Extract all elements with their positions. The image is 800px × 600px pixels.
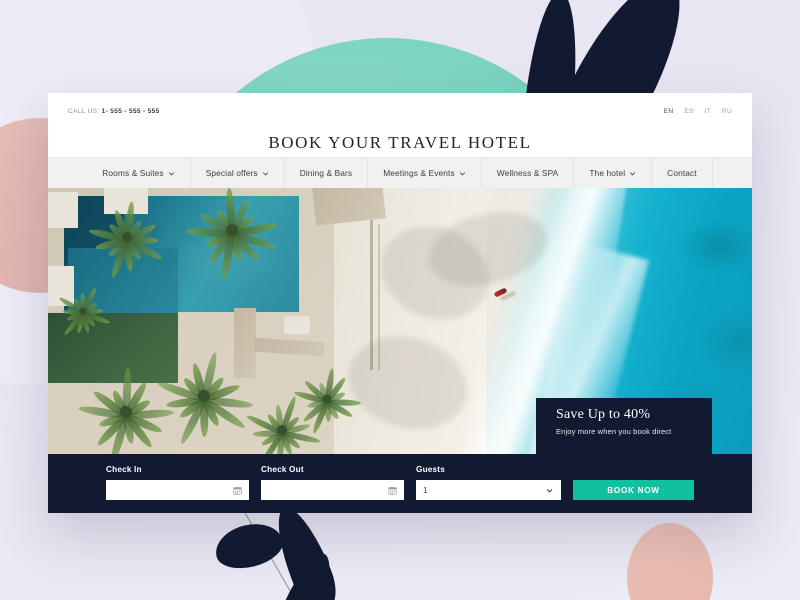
call-us-label: CALL US: xyxy=(68,107,100,115)
hero-palm-4 xyxy=(78,364,175,454)
nav-item-contact[interactable]: Contact xyxy=(651,158,713,188)
language-selector: EN ES IT RU xyxy=(664,108,732,115)
check-in-label: Check In xyxy=(106,465,142,474)
chevron-down-icon[interactable] xyxy=(545,486,554,495)
language-option-es[interactable]: ES xyxy=(684,108,693,115)
chevron-down-icon xyxy=(168,171,174,175)
decorative-peach-circle-right xyxy=(627,523,713,600)
brand-header: BOOK YOUR TRAVEL HOTEL xyxy=(48,129,752,157)
hero-palm-7 xyxy=(56,284,111,338)
language-option-it[interactable]: IT xyxy=(705,108,711,115)
calendar-icon[interactable] xyxy=(388,486,397,495)
utility-bar: CALL US: 1- 555 - 555 - 555 EN ES IT RU xyxy=(48,93,752,129)
decorative-leaf-bottom-right xyxy=(266,546,342,600)
nav-label: Wellness & SPA xyxy=(496,168,559,178)
language-option-en[interactable]: EN xyxy=(664,108,674,115)
call-us-number: 1- 555 - 555 - 555 xyxy=(101,107,160,115)
guests-field-group: Guests 1 xyxy=(416,465,561,500)
website-mockup-card: CALL US: 1- 555 - 555 - 555 EN ES IT RU … xyxy=(48,93,752,513)
nav-item-special-offers[interactable]: Special offers xyxy=(189,158,284,188)
decorative-leaf-bottom-mid xyxy=(265,500,345,600)
hero-banner: Save Up to 40% Enjoy more when you book … xyxy=(48,188,752,454)
main-navigation: Rooms & Suites Special offers Dining & B… xyxy=(48,157,752,188)
chevron-down-icon xyxy=(262,171,268,175)
decorative-stem-bottom xyxy=(240,504,301,600)
guests-select[interactable]: 1 xyxy=(416,480,561,500)
guests-label: Guests xyxy=(416,465,445,474)
nav-label: Meetings & Events xyxy=(383,168,455,178)
hero-villa-roof-a xyxy=(48,192,78,228)
chevron-down-icon xyxy=(630,171,636,175)
calendar-icon[interactable] xyxy=(233,486,242,495)
call-us-text: CALL US: 1- 555 - 555 - 555 xyxy=(68,108,160,115)
nav-label: Dining & Bars xyxy=(299,168,353,178)
guests-value: 1 xyxy=(423,485,428,495)
nav-item-rooms-and-suites[interactable]: Rooms & Suites xyxy=(87,158,189,188)
promo-subtitle: Enjoy more when you book direct xyxy=(556,427,672,436)
check-out-field-group: Check Out xyxy=(261,465,404,500)
promo-banner[interactable]: Save Up to 40% Enjoy more when you book … xyxy=(536,398,712,454)
hero-palm-6 xyxy=(292,364,362,435)
check-in-input[interactable] xyxy=(106,480,249,500)
nav-item-dining-and-bars[interactable]: Dining & Bars xyxy=(283,158,368,188)
language-option-ru[interactable]: RU xyxy=(722,108,732,115)
nav-item-wellness-and-spa[interactable]: Wellness & SPA xyxy=(480,158,574,188)
hero-palm-2 xyxy=(185,188,279,281)
nav-label: The hotel xyxy=(589,168,626,178)
nav-item-meetings-and-events[interactable]: Meetings & Events xyxy=(367,158,481,188)
booking-bar: Check In Check Out Guests 1 BOOK NOW xyxy=(48,454,752,513)
nav-label: Rooms & Suites xyxy=(102,168,164,178)
decorative-leaf-bottom-left xyxy=(210,517,288,575)
check-out-label: Check Out xyxy=(261,465,304,474)
nav-item-the-hotel[interactable]: The hotel xyxy=(573,158,651,188)
promo-title: Save Up to 40% xyxy=(556,407,651,422)
brand-title[interactable]: BOOK YOUR TRAVEL HOTEL xyxy=(268,133,531,153)
nav-label: Contact xyxy=(667,168,697,178)
hero-pool-lounger xyxy=(284,316,310,334)
check-in-field-group: Check In xyxy=(106,465,249,500)
chevron-down-icon xyxy=(459,171,465,175)
book-now-button[interactable]: BOOK NOW xyxy=(573,480,694,500)
page-canvas: CALL US: 1- 555 - 555 - 555 EN ES IT RU … xyxy=(0,0,800,600)
nav-label: Special offers xyxy=(205,168,258,178)
check-out-input[interactable] xyxy=(261,480,404,500)
hero-palm-1 xyxy=(88,198,166,279)
